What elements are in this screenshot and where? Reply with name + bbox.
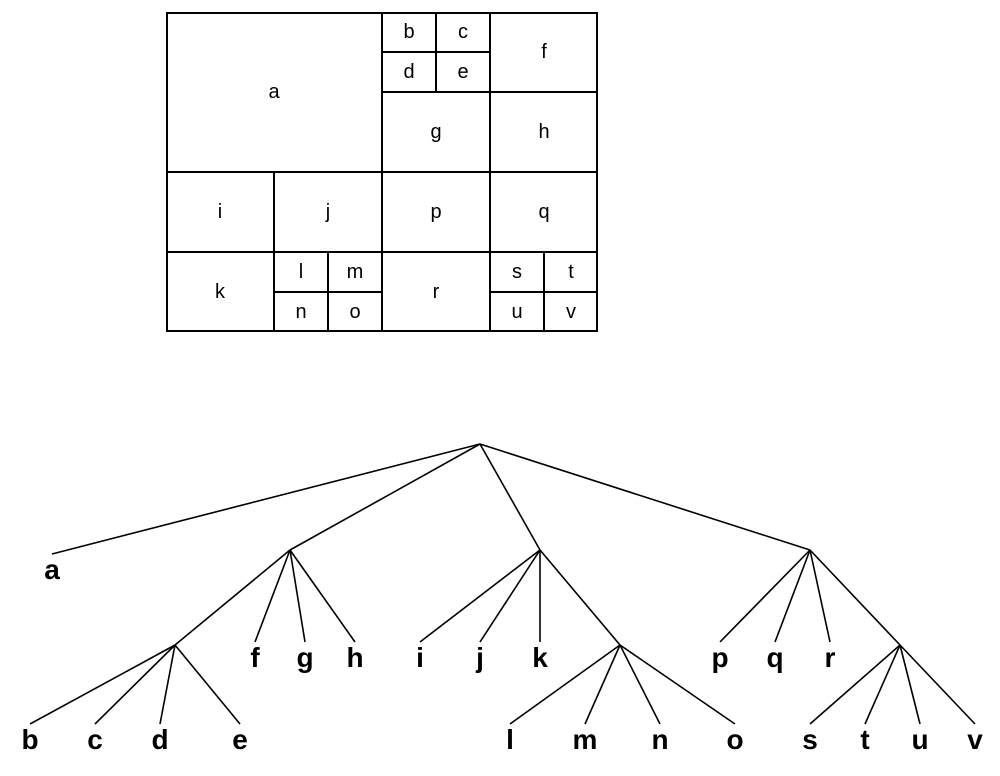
tree-edge-NE-g (290, 550, 305, 642)
tree-edge-SW-i (420, 550, 540, 642)
grid-cell-label: n (295, 301, 306, 324)
grid-cell-d: d (382, 52, 436, 92)
grid-cell-label: q (538, 201, 549, 224)
tree-node-h: h (346, 644, 363, 672)
tree-node-v: v (967, 726, 983, 754)
grid-cell-label: j (326, 201, 330, 224)
tree-edge-root-SE (480, 444, 810, 550)
tree-node-g: g (296, 644, 313, 672)
tree-edge-SED-t (865, 645, 900, 724)
tree-edge-SWD-n (620, 645, 660, 724)
grid-cell-c: c (436, 12, 490, 52)
grid-cell-a: a (166, 12, 382, 172)
grid-cell-t: t (544, 252, 598, 292)
grid-cell-label: h (538, 121, 549, 144)
grid-cell-label: b (403, 21, 414, 44)
grid-cell-label: k (215, 281, 225, 304)
tree-edge-NEA-e (175, 645, 240, 724)
grid-cell-label: d (403, 61, 414, 84)
grid-cell-label: t (568, 261, 574, 284)
grid-cell-v: v (544, 292, 598, 332)
tree-edge-NEA-b (30, 645, 175, 724)
tree-edge-SED-v (900, 645, 975, 724)
grid-cell-label: v (566, 301, 576, 324)
tree-edge-SE-SED (810, 550, 900, 645)
tree-node-i: i (416, 644, 424, 672)
grid-cell-label: a (268, 81, 279, 104)
tree-edge-NE-h (290, 550, 355, 642)
tree-node-k: k (532, 644, 548, 672)
grid-cell-b: b (382, 12, 436, 52)
grid-cell-label: r (433, 281, 440, 304)
grid-cell-q: q (490, 172, 598, 252)
tree-edge-SE-p (720, 550, 810, 642)
grid-cell-e: e (436, 52, 490, 92)
tree-node-a: a (44, 556, 60, 584)
tree-node-s: s (802, 726, 818, 754)
tree-node-m: m (573, 726, 598, 754)
grid-cell-label: e (457, 61, 468, 84)
grid-cell-label: p (430, 201, 441, 224)
grid-cell-label: m (347, 261, 364, 284)
tree-edge-SW-SWD (540, 550, 620, 645)
grid-cell-label: o (349, 301, 360, 324)
grid-cell-n: n (274, 292, 328, 332)
tree-node-u: u (911, 726, 928, 754)
tree-edge-SE-r (810, 550, 830, 642)
grid-cell-label: g (430, 121, 441, 144)
grid-cell-o: o (328, 292, 382, 332)
tree-edge-root-NE (290, 444, 480, 550)
tree-edge-SWD-l (510, 645, 620, 724)
grid-cell-i: i (166, 172, 274, 252)
grid-cell-label: i (218, 201, 222, 224)
grid-cell-label: u (511, 301, 522, 324)
grid-cell-r: r (382, 252, 490, 332)
tree-edge-SW-j (480, 550, 540, 642)
grid-cell-label: l (299, 261, 303, 284)
grid-cell-label: s (512, 261, 522, 284)
grid-cell-f: f (490, 12, 598, 92)
quadtree-partition-grid: a b c d e f g h i j k l m n o p q r s t u v (166, 12, 598, 332)
tree-edge-SED-s (810, 645, 900, 724)
tree-node-r: r (825, 644, 836, 672)
grid-cell-k: k (166, 252, 274, 332)
tree-node-o: o (726, 726, 743, 754)
grid-cell-g: g (382, 92, 490, 172)
grid-cell-label: c (458, 21, 468, 44)
grid-cell-label: f (541, 41, 547, 64)
tree-node-n: n (651, 726, 668, 754)
grid-cell-h: h (490, 92, 598, 172)
grid-cell-u: u (490, 292, 544, 332)
grid-cell-l: l (274, 252, 328, 292)
grid-cell-s: s (490, 252, 544, 292)
tree-edges-svg (0, 420, 1000, 760)
tree-node-l: l (506, 726, 514, 754)
tree-node-f: f (250, 644, 259, 672)
tree-node-e: e (232, 726, 248, 754)
tree-node-q: q (766, 644, 783, 672)
tree-node-t: t (860, 726, 869, 754)
tree-edge-SED-u (900, 645, 920, 724)
diagram-stage: a b c d e f g h i j k l m n o p q r s t u v a f g h i j k p q r b c d e l m n… (0, 0, 1000, 776)
tree-node-j: j (476, 644, 484, 672)
grid-cell-p: p (382, 172, 490, 252)
quadtree-tree-diagram: a f g h i j k p q r b c d e l m n o s t u v (0, 420, 1000, 760)
tree-edge-root-a (52, 444, 480, 554)
tree-edge-SE-q (775, 550, 810, 642)
tree-node-c: c (87, 726, 103, 754)
tree-node-d: d (151, 726, 168, 754)
tree-node-b: b (21, 726, 38, 754)
grid-cell-m: m (328, 252, 382, 292)
tree-node-p: p (711, 644, 728, 672)
grid-cell-j: j (274, 172, 382, 252)
